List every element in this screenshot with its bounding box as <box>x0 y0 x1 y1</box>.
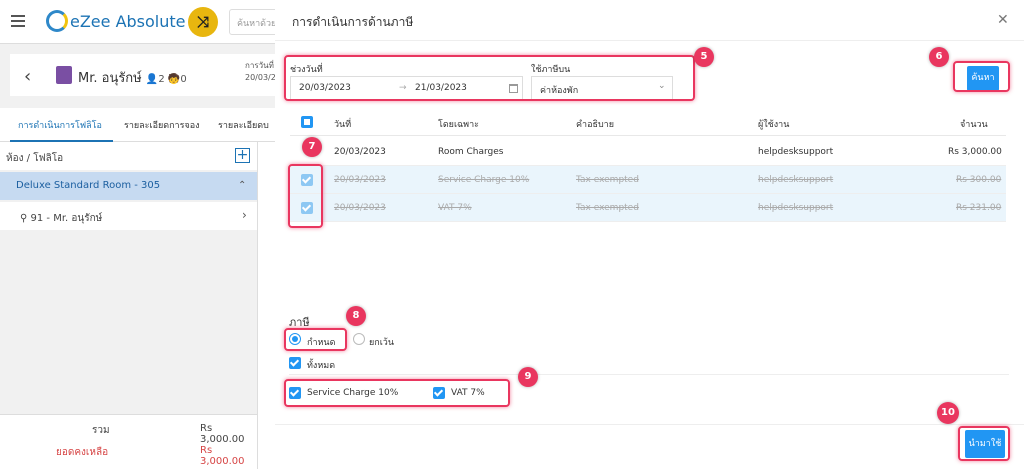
select-all-checkbox[interactable] <box>301 116 313 128</box>
guest-bar: ‹ Mr. อนุรักษ์ 👤2 🧒0 การวันที่ 20/03/2 <box>10 54 275 96</box>
table-header: วันที่ โดยเฉพาะ คำอธิบาย ผู้ใช้งาน จำนวน <box>290 110 1006 136</box>
radio-exempt[interactable] <box>353 333 365 345</box>
all-taxes-checkbox[interactable] <box>289 357 301 369</box>
add-folio-button[interactable]: + <box>235 148 250 163</box>
dialog-title: การดำเนินการด้านภาษี <box>292 15 414 29</box>
table-row[interactable]: 20/03/2023 Room Charges helpdesksupport … <box>290 138 1006 166</box>
col-particular: โดยเฉพาะ <box>438 120 479 130</box>
back-arrow-icon[interactable]: ‹ <box>24 66 31 87</box>
chevron-up-icon[interactable]: ⌃ <box>238 180 246 191</box>
highlight-apply-radio <box>284 328 347 351</box>
folio-tabs: การดำเนินการโฟลิโอ รายละเอียดการจอง รายล… <box>0 108 275 142</box>
radio-exempt-label: ยกเว้น <box>369 338 395 348</box>
step-badge: 8 <box>346 306 366 326</box>
totals-box: รวม Rs 3,000.00 ยอดคงเหลือ Rs 3,000.00 <box>0 414 257 469</box>
divider <box>275 424 1024 425</box>
highlight-row-checkboxes <box>288 164 323 228</box>
tab-folio-operations[interactable]: การดำเนินการโฟลิโอ <box>18 118 102 132</box>
chevron-right-icon[interactable]: › <box>242 208 247 222</box>
divider <box>275 40 1024 41</box>
app-name: eZee Absolute <box>70 12 186 31</box>
logo-icon <box>46 10 68 32</box>
step-badge: 6 <box>929 47 949 67</box>
highlight-tax-options <box>284 379 510 407</box>
guest-dates: การวันที่ 20/03/2 <box>245 61 275 82</box>
step-badge: 5 <box>694 47 714 67</box>
balance-value: Rs 3,000.00 <box>200 445 245 467</box>
side-collapse-strip <box>257 142 275 469</box>
all-taxes-label: ทั้งหมด <box>307 361 336 371</box>
highlight-apply-button <box>958 426 1010 461</box>
top-bar: eZee Absolute ⤨ ค้นหาด้วย <box>0 0 275 44</box>
highlight-date-filters <box>284 55 695 101</box>
balance-label: ยอดคงเหลือ <box>56 447 109 458</box>
tab-booking-details[interactable]: รายละเอียดการจอง <box>124 118 200 132</box>
room-row[interactable]: Deluxe Standard Room - 305 <box>0 172 257 200</box>
step-badge: 10 <box>937 402 959 424</box>
close-icon[interactable]: ✕ <box>997 12 1009 28</box>
user-icon: ⚲ <box>20 213 31 224</box>
room-folio-header: ห้อง / โฟลิโอ <box>0 142 257 170</box>
highlight-search-button <box>953 61 1010 92</box>
shuffle-icon[interactable]: ⤨ <box>188 7 218 37</box>
building-icon <box>56 66 72 84</box>
total-value: Rs 3,000.00 <box>200 423 245 445</box>
step-badge: 7 <box>302 137 322 157</box>
adult-count: 2 <box>158 74 165 85</box>
global-search-input[interactable]: ค้นหาด้วย <box>229 9 275 35</box>
guest-name: Mr. อนุรักษ์ 👤2 🧒0 <box>78 71 187 86</box>
col-description: คำอธิบาย <box>576 120 615 130</box>
step-badge: 9 <box>518 367 538 387</box>
table-row[interactable]: 20/03/2023 Service Charge 10% Tax exempt… <box>290 166 1006 194</box>
table-row[interactable]: 20/03/2023 VAT 7% Tax exempted helpdesks… <box>290 194 1006 222</box>
child-count: 0 <box>180 74 187 85</box>
background-page: eZee Absolute ⤨ ค้นหาด้วย ‹ Mr. อนุรักษ์… <box>0 0 275 469</box>
divider <box>289 374 1009 375</box>
menu-icon[interactable] <box>11 15 25 27</box>
guest-folio-row[interactable]: ⚲ 91 - Mr. อนุรักษ์ <box>0 202 257 230</box>
tab-more-details[interactable]: รายละเอียดบ <box>218 118 269 132</box>
col-user: ผู้ใช้งาน <box>758 120 790 130</box>
col-amount: จำนวน <box>960 120 988 130</box>
col-date: วันที่ <box>334 120 352 130</box>
total-label: รวม <box>92 425 110 436</box>
